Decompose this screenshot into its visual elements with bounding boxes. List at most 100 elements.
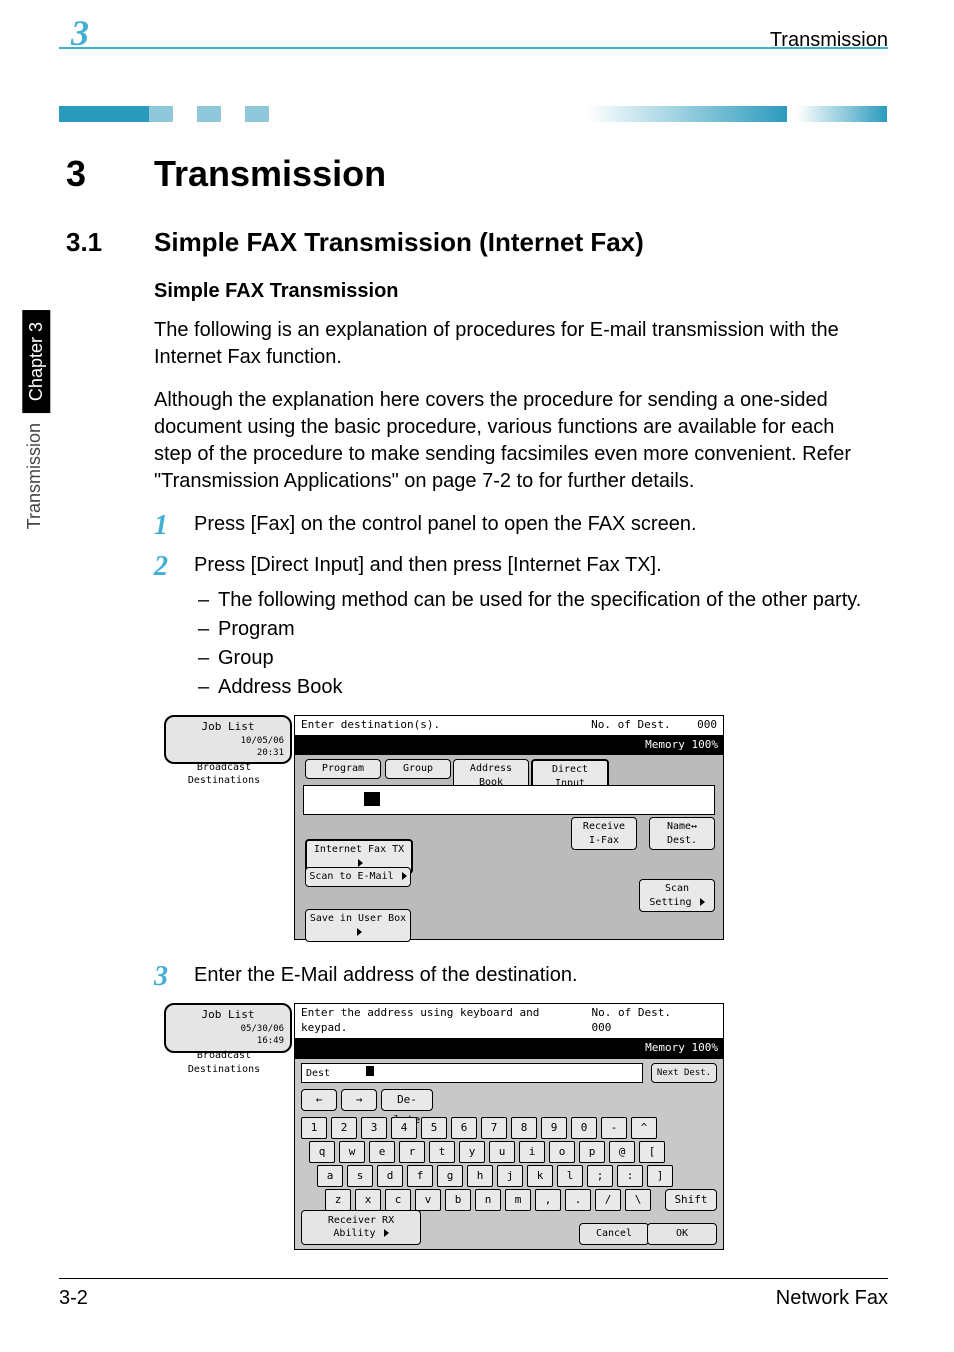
scan-setting-button[interactable]: Scan Setting xyxy=(639,879,715,912)
keyboard-key[interactable]: 5 xyxy=(421,1117,447,1139)
keyboard-key[interactable]: f xyxy=(407,1165,433,1187)
ok-button[interactable]: OK xyxy=(647,1223,717,1245)
job-list-button[interactable]: Job List 05/30/06 16:49 xyxy=(164,1003,292,1052)
keyboard-key[interactable]: 7 xyxy=(481,1117,507,1139)
keyboard-key[interactable]: ; xyxy=(587,1165,613,1187)
keyboard-key[interactable]: 1 xyxy=(301,1117,327,1139)
program-tab[interactable]: Program xyxy=(305,759,381,779)
keyboard-key[interactable]: 9 xyxy=(541,1117,567,1139)
keyboard-key[interactable]: w xyxy=(339,1141,365,1163)
page-footer: 3-2 Network Fax xyxy=(59,1278,888,1312)
receive-ifax-button[interactable]: Receive I-Fax xyxy=(571,817,637,850)
save-box-button[interactable]: Save in User Box xyxy=(305,909,411,942)
keyboard-key[interactable]: . xyxy=(565,1189,591,1211)
keyboard-key[interactable]: @ xyxy=(609,1141,635,1163)
lcd-screen-1: Job List 10/05/06 20:31 Broadcast Destin… xyxy=(164,715,724,941)
header-section-title: Transmission xyxy=(770,27,888,54)
next-dest-button[interactable]: Next Dest. xyxy=(651,1063,717,1083)
chapter-number: 3 xyxy=(66,150,86,199)
keyboard-key[interactable]: u xyxy=(489,1141,515,1163)
keyboard-key[interactable]: v xyxy=(415,1189,441,1211)
keyboard-key[interactable]: e xyxy=(369,1141,395,1163)
step-2: 2 Press [Direct Input] and then press [I… xyxy=(194,552,869,701)
page-header: 3 Transmission xyxy=(59,33,888,71)
main-content: 3 Transmission 3.1 Simple FAX Transmissi… xyxy=(154,150,869,1272)
left-arrow-button[interactable]: ← xyxy=(301,1089,337,1111)
right-arrow-button[interactable]: → xyxy=(341,1089,377,1111)
keyboard-key[interactable]: c xyxy=(385,1189,411,1211)
job-list-button[interactable]: Job List 10/05/06 20:31 xyxy=(164,715,292,764)
keyboard-key[interactable]: - xyxy=(601,1117,627,1139)
broadcast-button[interactable]: Broadcast Destinations xyxy=(164,1049,284,1076)
keyboard-key[interactable]: 8 xyxy=(511,1117,537,1139)
dest-input[interactable]: Dest xyxy=(301,1063,643,1084)
keyboard-key[interactable]: y xyxy=(459,1141,485,1163)
lcd-screen-2: Job List 05/30/06 16:49 Broadcast Destin… xyxy=(164,1003,724,1250)
keyboard-key[interactable]: ^ xyxy=(631,1117,657,1139)
keyboard-key[interactable]: 2 xyxy=(331,1117,357,1139)
chapter-tab-number: 3 xyxy=(59,9,97,58)
cursor-icon xyxy=(366,1066,374,1076)
receiver-ability-button[interactable]: Receiver RX Ability xyxy=(301,1210,421,1245)
keyboard-key[interactable]: x xyxy=(355,1189,381,1211)
lcd2-panel: Dest Next Dest. ← → De- lete 1234567890-… xyxy=(294,1058,724,1250)
keyboard-key[interactable]: 6 xyxy=(451,1117,477,1139)
keyboard-key[interactable]: g xyxy=(437,1165,463,1187)
job-time: 16:49 xyxy=(257,1036,284,1046)
keyboard-key[interactable]: m xyxy=(505,1189,531,1211)
caret-icon xyxy=(402,872,407,880)
keyboard-key[interactable]: ] xyxy=(647,1165,673,1187)
group-tab[interactable]: Group xyxy=(385,759,451,779)
no-of-label: No. of Dest. xyxy=(592,1006,671,1019)
keyboard-key[interactable]: i xyxy=(519,1141,545,1163)
key-row-4: zxcvbnm,./\ xyxy=(325,1189,651,1211)
keyboard-key[interactable]: r xyxy=(399,1141,425,1163)
keyboard-key[interactable]: : xyxy=(617,1165,643,1187)
keyboard-key[interactable]: p xyxy=(579,1141,605,1163)
keyboard-key[interactable]: o xyxy=(549,1141,575,1163)
scan-setting-label: Scan Setting xyxy=(649,883,691,908)
header-rule xyxy=(59,47,888,49)
section-heading-text: Simple FAX Transmission (Internet Fax) xyxy=(154,227,644,257)
keyboard-key[interactable]: \ xyxy=(625,1189,651,1211)
section-number: 3.1 xyxy=(66,225,102,260)
name-dest-button[interactable]: Name↔ Dest. xyxy=(649,817,715,850)
key-row-3: asdfghjkl;:] xyxy=(317,1165,673,1187)
sub-heading: Simple FAX Transmission xyxy=(154,278,869,305)
keyboard-key[interactable]: q xyxy=(309,1141,335,1163)
keyboard-key[interactable]: t xyxy=(429,1141,455,1163)
keyboard-key[interactable]: , xyxy=(535,1189,561,1211)
caret-icon xyxy=(384,1229,389,1237)
delete-button[interactable]: De- lete xyxy=(381,1089,433,1111)
keyboard-key[interactable]: a xyxy=(317,1165,343,1187)
keyboard-key[interactable]: [ xyxy=(639,1141,665,1163)
keyboard-key[interactable]: b xyxy=(445,1189,471,1211)
side-tab-chapter: Chapter 3 xyxy=(22,310,50,413)
cursor-icon xyxy=(364,792,380,806)
keyboard-key[interactable]: z xyxy=(325,1189,351,1211)
keyboard-key[interactable]: n xyxy=(475,1189,501,1211)
shift-button[interactable]: Shift xyxy=(665,1189,717,1211)
broadcast-button[interactable]: Broadcast Destinations xyxy=(164,761,284,788)
keyboard-key[interactable]: k xyxy=(527,1165,553,1187)
keyboard-key[interactable]: s xyxy=(347,1165,373,1187)
memory-label: Memory 100% xyxy=(645,1041,718,1056)
keyboard-key[interactable]: d xyxy=(377,1165,403,1187)
keyboard-key[interactable]: h xyxy=(467,1165,493,1187)
caret-icon xyxy=(357,928,362,936)
keyboard-key[interactable]: 0 xyxy=(571,1117,597,1139)
keyboard-key[interactable]: 3 xyxy=(361,1117,387,1139)
step-text: Press [Direct Input] and then press [Int… xyxy=(194,554,662,576)
bullet-item: Program xyxy=(198,616,869,643)
cancel-button[interactable]: Cancel xyxy=(579,1223,649,1245)
keyboard-key[interactable]: l xyxy=(557,1165,583,1187)
key-row-1: 1234567890-^ xyxy=(301,1117,657,1139)
side-tab: Chapter 3 Transmission xyxy=(22,310,46,529)
keyboard-key[interactable]: / xyxy=(595,1189,621,1211)
keyboard-key[interactable]: j xyxy=(497,1165,523,1187)
job-time: 20:31 xyxy=(257,748,284,758)
scan-email-button[interactable]: Scan to E-Mail xyxy=(305,867,411,887)
keyboard-key[interactable]: 4 xyxy=(391,1117,417,1139)
step-1: 1 Press [Fax] on the control panel to op… xyxy=(194,511,869,538)
no-of-value: 000 xyxy=(592,1021,612,1034)
